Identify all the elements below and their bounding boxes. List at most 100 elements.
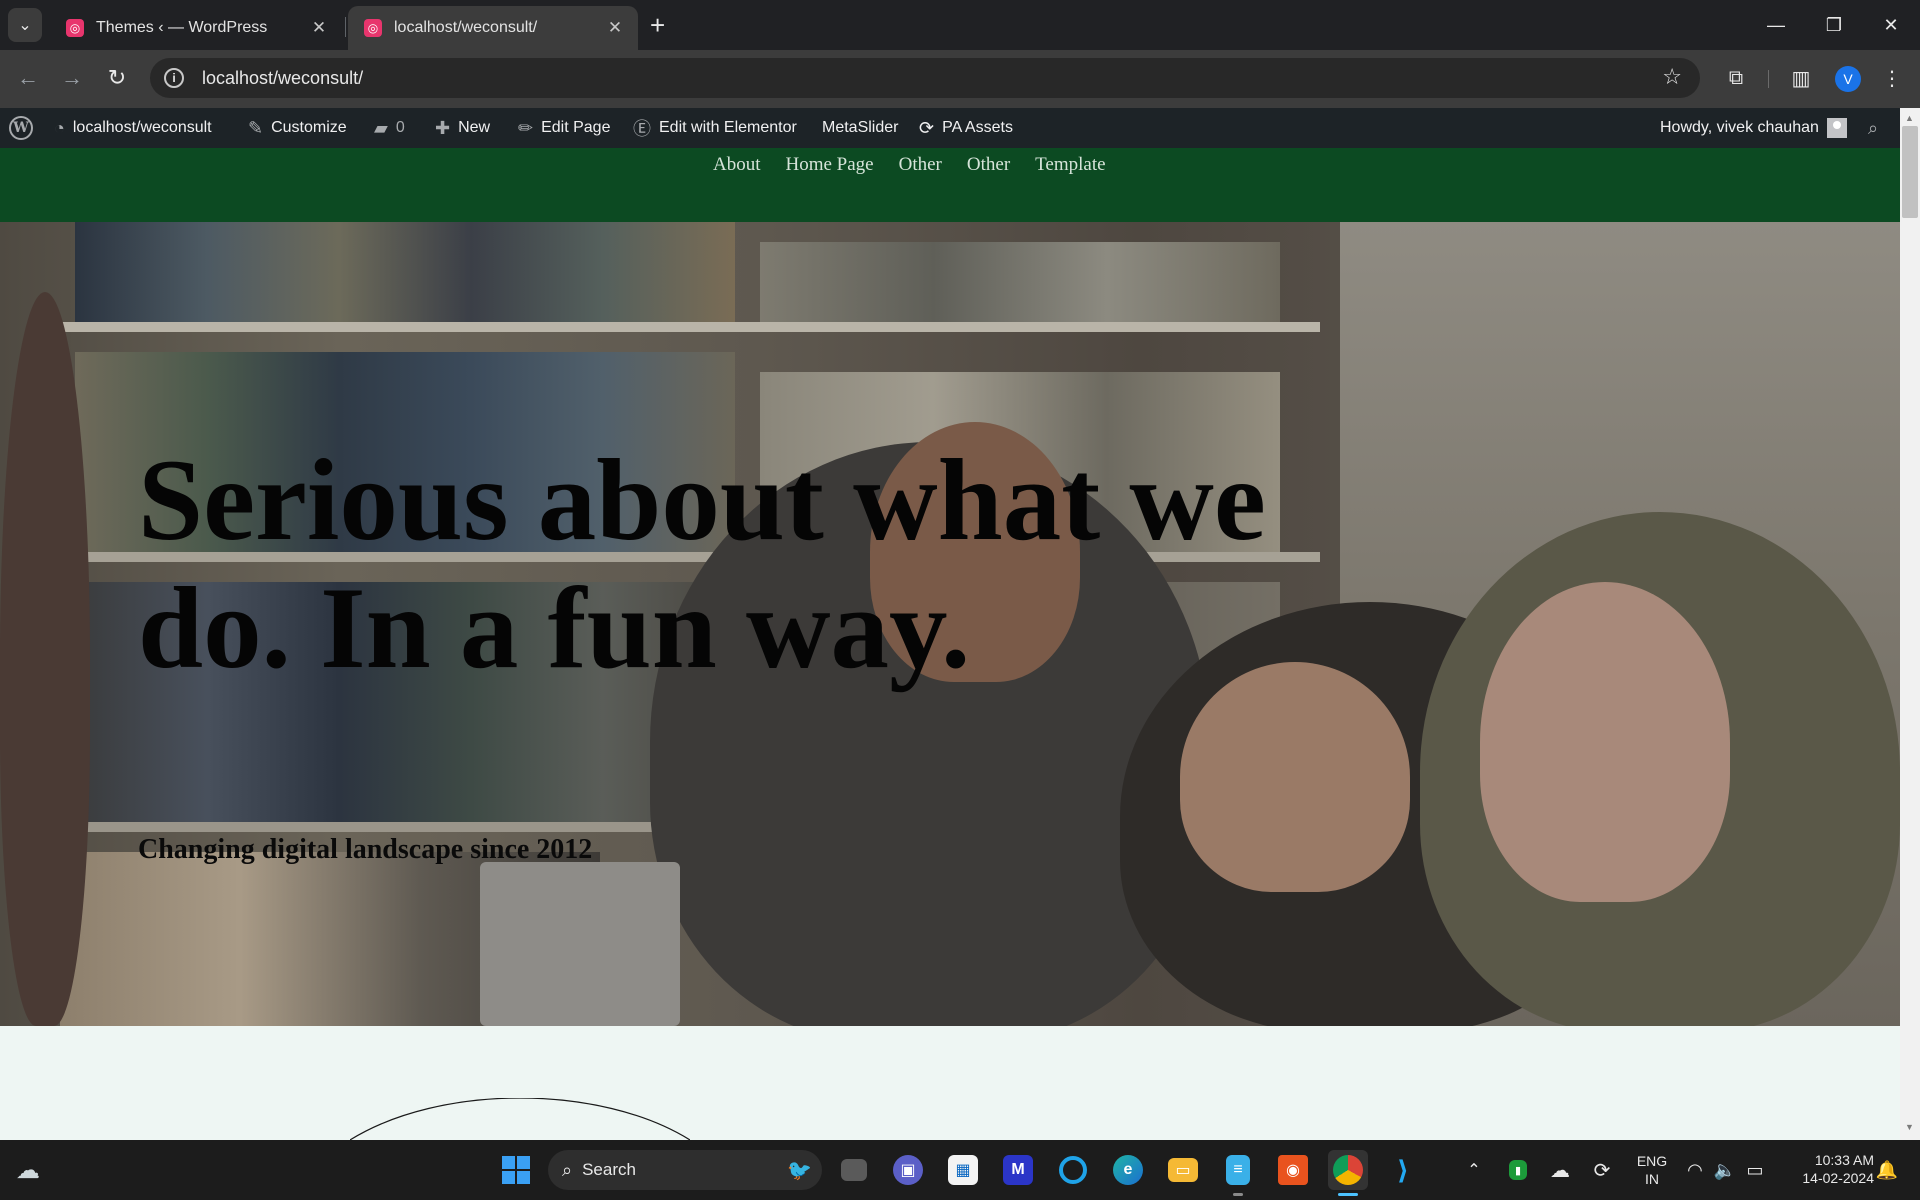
- elementor-icon: Ⓔ: [633, 119, 651, 139]
- close-window-button[interactable]: ✕: [1862, 0, 1920, 50]
- volume-icon[interactable]: 🔈: [1712, 1150, 1738, 1190]
- hero-banner: Serious about what we do. In a fun way. …: [0, 222, 1900, 1026]
- onedrive-cloud-icon[interactable]: ☁: [1546, 1150, 1574, 1190]
- show-hidden-icons-chevron-icon[interactable]: ⌃: [1462, 1150, 1486, 1190]
- taskbar-search-box[interactable]: ⌕ Search 🐦: [548, 1150, 822, 1190]
- nav-item-about[interactable]: About: [713, 154, 761, 176]
- customize-link[interactable]: ✎ Customize: [248, 108, 347, 148]
- wifi-icon[interactable]: ◠: [1682, 1150, 1708, 1190]
- site-name-label: localhost/weconsult: [72, 119, 212, 136]
- tab-weconsult[interactable]: ◎ localhost/weconsult/ ✕: [348, 6, 638, 50]
- windows-taskbar: ☁ ⌕ Search 🐦 ▣ ▦ M e ▭ ≡ ◉ ⟩ ⌃ ▮ ☁ ⟳ ENG…: [0, 1140, 1920, 1200]
- scrollbar-thumb[interactable]: [1902, 126, 1918, 218]
- cortana-circle-icon[interactable]: [1053, 1150, 1093, 1190]
- admin-search-icon[interactable]: ⌕: [1868, 108, 1886, 148]
- mathway-app-icon[interactable]: M: [998, 1150, 1038, 1190]
- nav-item-home-page[interactable]: Home Page: [786, 154, 874, 176]
- edit-page-label: Edit Page: [541, 119, 611, 136]
- weather-widget-icon[interactable]: ☁: [8, 1150, 48, 1190]
- tab-title: localhost/weconsult/: [394, 19, 538, 36]
- clock-time: 10:33 AM: [1814, 1152, 1874, 1168]
- new-tab-button[interactable]: +: [650, 12, 665, 38]
- pa-assets-label: PA Assets: [942, 119, 1013, 136]
- tab-search-chevron-icon[interactable]: ⌄: [8, 8, 42, 42]
- new-content-link[interactable]: ✚ New: [435, 108, 490, 148]
- metaslider-label: MetaSlider: [822, 119, 899, 136]
- extensions-icon[interactable]: ⧉: [1721, 63, 1751, 93]
- clock[interactable]: 10:33 AM 14-02-2024: [1784, 1151, 1874, 1187]
- browser-toolbar: ← → ↻ i localhost/weconsult/ ☆ ⧉ ▥ ⋮: [0, 50, 1920, 108]
- dashboard-icon: ◔: [54, 117, 65, 138]
- taskbar-search-label: Search: [582, 1160, 636, 1179]
- site-header-nav: About Home Page Other Other Template: [0, 148, 1900, 222]
- profile-avatar[interactable]: V: [1835, 66, 1861, 92]
- teams-chat-icon[interactable]: ▣: [888, 1150, 928, 1190]
- browser-tab-strip: ⌄ ◎ Themes ‹ — WordPress ✕ ◎ localhost/w…: [0, 0, 1920, 50]
- wp-admin-bar: W ◔ localhost/weconsult ✎ Customize ▰ 0 …: [0, 108, 1900, 148]
- pa-assets-link[interactable]: ⟳ PA Assets: [919, 108, 1013, 148]
- decorative-arc: [350, 1098, 690, 1140]
- wordpress-logo-icon[interactable]: W: [9, 108, 33, 148]
- nav-item-other[interactable]: Other: [899, 154, 942, 176]
- plus-icon: ✚: [435, 117, 451, 138]
- search-icon: ⌕: [562, 1159, 573, 1180]
- forward-arrow-icon[interactable]: →: [56, 62, 88, 94]
- microsoft-store-icon[interactable]: ▦: [943, 1150, 983, 1190]
- side-panel-icon[interactable]: ▥: [1786, 63, 1816, 93]
- address-bar[interactable]: i localhost/weconsult/ ☆: [150, 58, 1700, 98]
- site-info-icon[interactable]: i: [164, 68, 184, 88]
- wordpress-favicon-icon: ◎: [66, 19, 84, 37]
- wordpress-favicon-icon: ◎: [364, 19, 382, 37]
- refresh-icon: ⟳: [919, 117, 935, 138]
- hero-title: Serious about what we do. In a fun way.: [138, 436, 1266, 693]
- ubuntu-app-icon[interactable]: ◉: [1273, 1150, 1313, 1190]
- address-url[interactable]: localhost/weconsult/: [202, 68, 363, 89]
- edit-elementor-label: Edit with Elementor: [659, 119, 797, 136]
- tray-app-green-icon[interactable]: ▮: [1504, 1150, 1532, 1190]
- howdy-label: Howdy, vivek chauhan: [1660, 119, 1819, 136]
- minimize-button[interactable]: —: [1747, 0, 1805, 50]
- edge-browser-icon[interactable]: e: [1108, 1150, 1148, 1190]
- clock-date: 14-02-2024: [1802, 1170, 1874, 1186]
- notepad-icon[interactable]: ≡: [1218, 1150, 1258, 1190]
- task-view-icon[interactable]: [834, 1150, 874, 1190]
- chrome-browser-icon[interactable]: [1328, 1150, 1368, 1190]
- bookmark-star-icon[interactable]: ☆: [1662, 64, 1682, 90]
- menu-kebab-icon[interactable]: ⋮: [1877, 63, 1907, 93]
- comment-bubble-icon: ▰: [374, 117, 388, 138]
- tab-close-icon[interactable]: ✕: [308, 18, 330, 38]
- tab-themes-wordpress[interactable]: ◎ Themes ‹ — WordPress ✕: [50, 6, 342, 50]
- tab-close-icon[interactable]: ✕: [604, 18, 626, 38]
- scroll-down-arrow-icon[interactable]: ▼: [1905, 1122, 1914, 1132]
- back-arrow-icon[interactable]: ←: [12, 62, 44, 94]
- notepad-running-indicator: [1233, 1193, 1243, 1196]
- tab-title: Themes ‹ — WordPress: [96, 19, 268, 36]
- edit-page-link[interactable]: ✏ Edit Page: [518, 108, 610, 148]
- pencil-icon: ✏: [518, 117, 534, 138]
- notifications-bell-icon[interactable]: 🔔: [1872, 1150, 1902, 1190]
- file-explorer-icon[interactable]: ▭: [1163, 1150, 1203, 1190]
- battery-icon[interactable]: ▭: [1742, 1150, 1768, 1190]
- nav-item-template[interactable]: Template: [1035, 154, 1105, 176]
- comments-count: 0: [395, 119, 405, 136]
- vscode-icon[interactable]: ⟩: [1383, 1150, 1423, 1190]
- tab-divider: [345, 17, 346, 37]
- nav-item-other-2[interactable]: Other: [967, 154, 1010, 176]
- scroll-up-arrow-icon[interactable]: ▲: [1905, 113, 1914, 123]
- customize-label: Customize: [271, 119, 347, 136]
- reload-icon[interactable]: ↻: [101, 62, 133, 94]
- hero-subtitle: Changing digital landscape since 2012: [138, 834, 593, 865]
- restore-button[interactable]: ❐: [1805, 0, 1863, 50]
- edit-with-elementor-link[interactable]: Ⓔ Edit with Elementor: [633, 108, 797, 148]
- sync-icon[interactable]: ⟳: [1588, 1150, 1616, 1190]
- brush-icon: ✎: [248, 117, 264, 138]
- site-name-link[interactable]: ◔ localhost/weconsult: [54, 108, 212, 148]
- start-windows-icon[interactable]: [496, 1150, 536, 1190]
- page-scrollbar[interactable]: [1900, 108, 1920, 1140]
- my-account-link[interactable]: Howdy, vivek chauhan: [1660, 108, 1847, 148]
- metaslider-link[interactable]: MetaSlider: [822, 108, 898, 148]
- region-code: IN: [1645, 1171, 1659, 1187]
- toolbar-divider: [1768, 70, 1769, 88]
- language-indicator[interactable]: ENG IN: [1632, 1152, 1672, 1188]
- comments-link[interactable]: ▰ 0: [374, 108, 405, 148]
